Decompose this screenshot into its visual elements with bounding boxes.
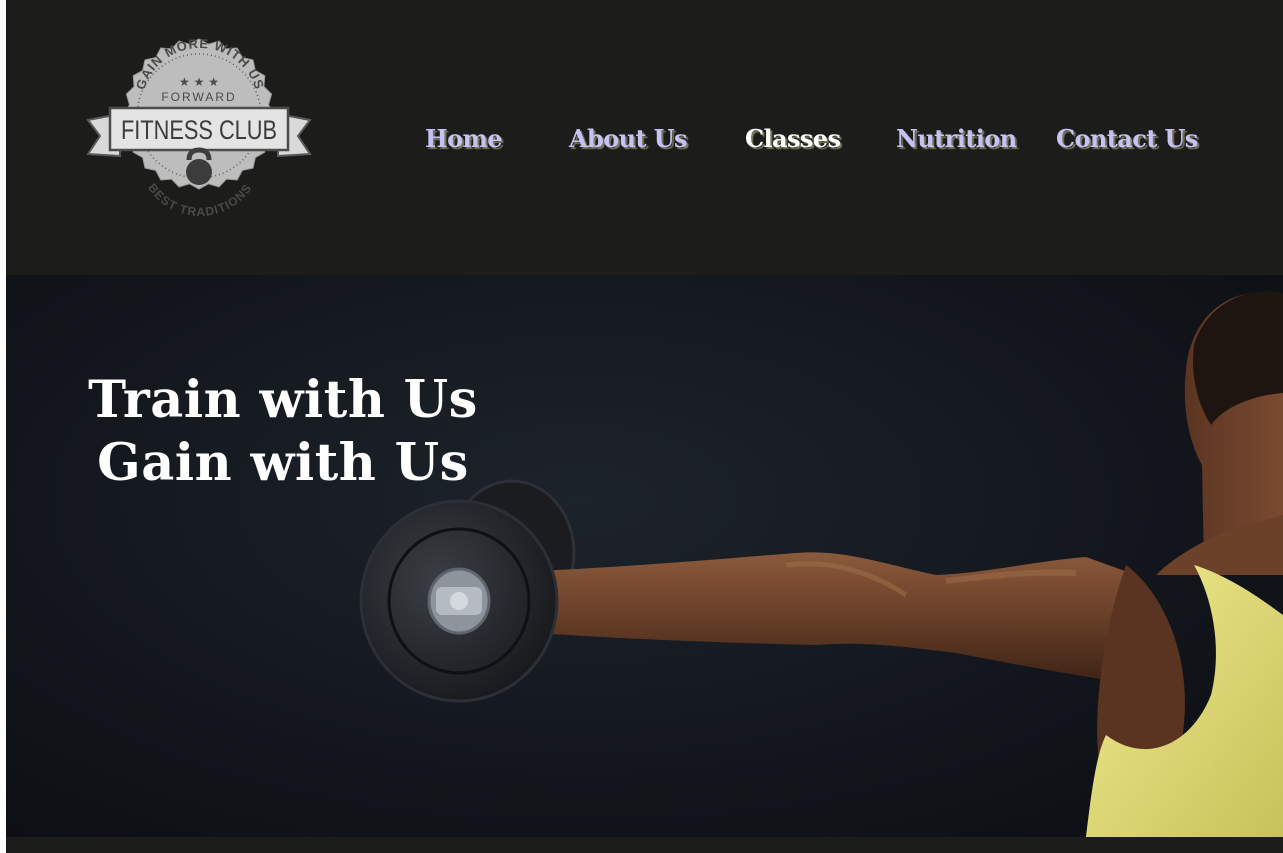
nav-classes-link[interactable]: Classes: [745, 124, 841, 154]
dumbbell-icon: [359, 499, 559, 703]
page-bottom-strip: [6, 837, 1283, 853]
nav-home-link[interactable]: Home: [425, 124, 503, 154]
page: GAIN MORE WITH US ★ ★ ★ FORWARD FITNESS …: [6, 0, 1283, 853]
nav-nutrition-link[interactable]: Nutrition: [896, 124, 1017, 154]
logo-subtitle: FORWARD: [161, 90, 236, 104]
stars-icon: ★ ★ ★: [179, 75, 219, 89]
main-nav: Home About Us Classes Nutrition Contact …: [6, 124, 1283, 156]
hero-line-1: Train with Us: [88, 370, 478, 431]
hero-image: [359, 291, 1283, 837]
hero-banner: Train with Us Gain with Us: [6, 275, 1283, 837]
nav-about-link[interactable]: About Us: [569, 124, 688, 154]
hero-line-2: Gain with Us: [97, 433, 469, 494]
site-header: GAIN MORE WITH US ★ ★ ★ FORWARD FITNESS …: [6, 0, 1283, 275]
hero-heading: Train with Us Gain with Us: [44, 369, 522, 495]
nav-contact-link[interactable]: Contact Us: [1056, 124, 1198, 154]
